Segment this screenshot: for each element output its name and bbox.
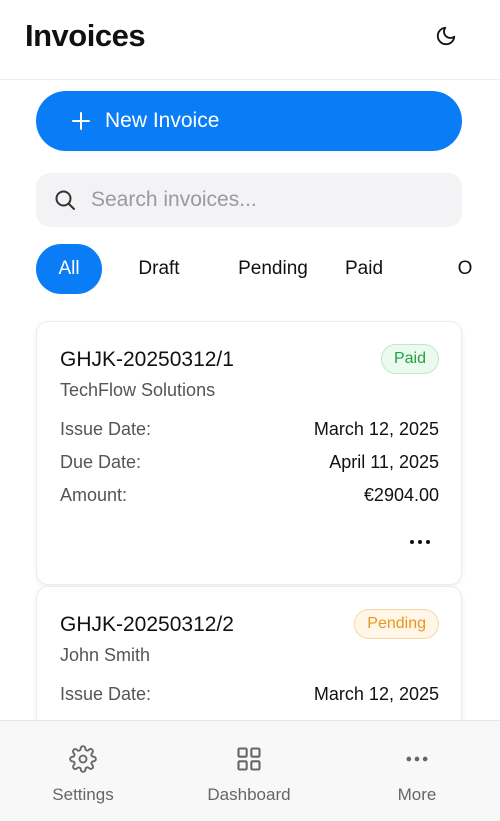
page-title: Invoices (25, 18, 146, 53)
due-date-value: April 11, 2025 (329, 452, 439, 472)
issue-date-label: Issue Date: (60, 419, 152, 439)
new-invoice-button[interactable]: New Invoice (36, 91, 462, 151)
search-input[interactable] (91, 188, 431, 212)
filter-chip-all[interactable]: All (36, 244, 102, 294)
gear-icon (69, 745, 97, 773)
dot-icon (426, 540, 430, 544)
filter-chip-pending[interactable]: Pending (222, 244, 324, 294)
amount-row: Amount: €2904.00 (60, 485, 439, 509)
nav-item-dashboard[interactable]: Dashboard (166, 721, 332, 821)
plus-icon (72, 112, 90, 130)
filter-chip-draft[interactable]: Draft (120, 244, 198, 294)
issue-date-label: Issue Date: (60, 684, 152, 704)
issue-date-value: March 12, 2025 (313, 684, 439, 704)
nav-item-more[interactable]: More (334, 721, 500, 821)
invoice-number: GHJK-20250312/2 (60, 613, 234, 636)
main-content: New Invoice All Draft Pending Paid O GHJ… (0, 80, 500, 720)
theme-toggle-button[interactable] (430, 20, 462, 52)
invoice-actions-menu-button[interactable] (407, 532, 433, 552)
bottom-navigation: Settings Dashboard More (0, 720, 500, 821)
client-name: John Smith (60, 645, 151, 665)
moon-icon (436, 26, 456, 46)
issue-date-row: Issue Date: March 12, 2025 (60, 419, 439, 443)
invoice-card[interactable]: GHJK-20250312/1 Paid TechFlow Solutions … (36, 321, 462, 585)
nav-label-settings: Settings (52, 785, 114, 804)
search-icon (55, 190, 75, 210)
invoice-number: GHJK-20250312/1 (60, 348, 234, 371)
due-date-row: Due Date: April 11, 2025 (60, 452, 439, 476)
invoice-card[interactable]: GHJK-20250312/2 Pending John Smith Issue… (36, 586, 462, 720)
amount-label: Amount: (60, 485, 128, 505)
issue-date-value: March 12, 2025 (313, 419, 439, 439)
search-bar[interactable] (36, 173, 462, 227)
nav-item-settings[interactable]: Settings (0, 721, 166, 821)
filter-chip-overdue[interactable]: O (448, 244, 482, 294)
new-invoice-label: New Invoice (105, 109, 220, 132)
app-header: Invoices (0, 0, 500, 80)
amount-value: €2904.00 (363, 485, 439, 505)
due-date-label: Due Date: (60, 452, 142, 472)
more-icon (403, 745, 431, 773)
status-filter-tabs: All Draft Pending Paid O (36, 244, 500, 294)
status-badge: Pending (354, 609, 439, 639)
issue-date-row: Issue Date: March 12, 2025 (60, 684, 439, 708)
dot-icon (418, 540, 422, 544)
client-name: TechFlow Solutions (60, 380, 216, 400)
nav-label-more: More (397, 785, 437, 804)
grid-icon (235, 745, 263, 773)
dot-icon (410, 540, 414, 544)
status-badge: Paid (380, 344, 439, 374)
nav-label-dashboard: Dashboard (207, 785, 291, 804)
filter-chip-paid[interactable]: Paid (332, 244, 396, 294)
